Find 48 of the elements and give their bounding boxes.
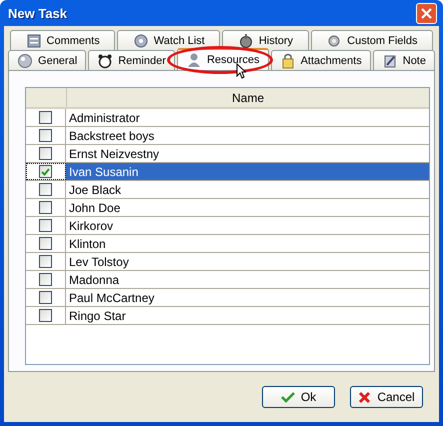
checkbox[interactable]: [39, 129, 52, 142]
name-cell[interactable]: Administrator: [66, 109, 429, 126]
tab-icon: [238, 32, 254, 48]
tab-icon: [382, 52, 398, 68]
checkbox[interactable]: [39, 201, 52, 214]
tab[interactable]: Note: [372, 50, 436, 70]
tab-icon: [97, 52, 114, 68]
tab[interactable]: Comments: [10, 30, 116, 50]
name-cell[interactable]: Madonna: [66, 271, 429, 288]
name-cell[interactable]: Ringo Star: [66, 307, 429, 324]
checkbox[interactable]: [39, 309, 52, 322]
cancel-button[interactable]: Cancel: [350, 386, 423, 408]
close-icon: [421, 8, 432, 18]
tab-icon: [17, 52, 34, 68]
ok-button[interactable]: Ok: [262, 386, 335, 408]
checkbox[interactable]: [39, 219, 52, 232]
name-cell[interactable]: Ernst Neizvestny: [66, 145, 429, 162]
name-cell[interactable]: Ivan Susanin: [66, 163, 429, 180]
tab[interactable]: General: [8, 50, 86, 70]
checkbox[interactable]: [39, 291, 52, 304]
checkbox[interactable]: [39, 165, 52, 178]
tab[interactable]: Custom Fields: [310, 30, 433, 50]
tab[interactable]: Reminder: [88, 50, 175, 70]
name-cell[interactable]: Paul McCartney: [66, 289, 429, 306]
window-title: New Task: [8, 6, 68, 20]
tab-icon: [132, 32, 149, 48]
name-cell[interactable]: Lev Tolstoy: [66, 253, 429, 270]
tab[interactable]: Watch List: [117, 30, 220, 50]
name-cell[interactable]: Kirkorov: [66, 217, 429, 234]
tab-icon: [186, 52, 202, 68]
close-button[interactable]: [416, 2, 437, 24]
name-cell[interactable]: Backstreet boys: [66, 127, 429, 144]
tab-icon: [280, 52, 296, 68]
name-cell[interactable]: Klinton: [66, 235, 429, 252]
cross-icon: [358, 390, 372, 404]
tab[interactable]: History: [222, 30, 309, 50]
name-cell[interactable]: John Doe: [66, 199, 429, 216]
checkbox[interactable]: [39, 183, 52, 196]
tab-icon: [26, 32, 42, 48]
checkbox[interactable]: [39, 237, 52, 250]
checkbox[interactable]: [39, 147, 52, 160]
tab-icon: [326, 32, 342, 48]
tab[interactable]: Attachments: [270, 50, 371, 70]
check-icon: [280, 391, 295, 403]
checkbox[interactable]: [39, 273, 52, 286]
checkbox[interactable]: [39, 111, 52, 124]
checkbox[interactable]: [39, 255, 52, 268]
name-cell[interactable]: Joe Black: [66, 181, 429, 198]
